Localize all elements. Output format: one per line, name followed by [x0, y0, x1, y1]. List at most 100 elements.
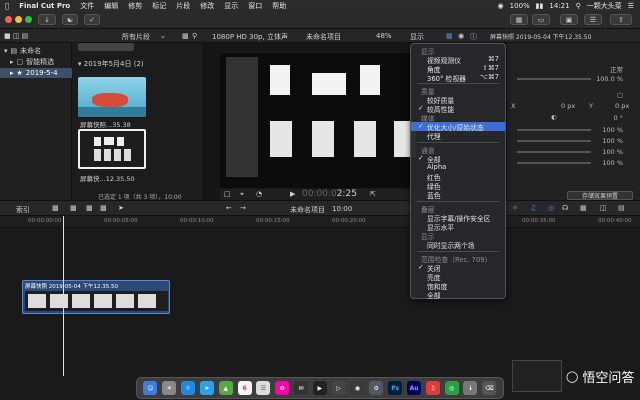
rotation-dial-icon[interactable]: ◐ [551, 113, 557, 121]
menu-item-channel-blue[interactable]: 蓝色 [411, 190, 505, 200]
wifi-icon[interactable]: ◉ [498, 2, 504, 10]
menu-item-optimized-original[interactable]: ✓ 优化大小/原始状态 [411, 122, 505, 132]
search-icon[interactable]: ⚲ [576, 2, 581, 10]
solo-icon[interactable]: ◎ [548, 204, 554, 212]
layout-button-2[interactable]: ▭ [532, 14, 550, 25]
menu-view[interactable]: 显示 [219, 1, 243, 11]
menu-item-horizon[interactable]: 显示水平 [411, 222, 505, 232]
scale-y-slider[interactable] [517, 151, 591, 153]
effects-icon[interactable]: ◫ [600, 204, 607, 212]
speed-icon[interactable]: ◔ [256, 190, 262, 198]
timecode-display[interactable]: 00:00:02:25 [302, 189, 357, 199]
checkbox-row[interactable]: ▢ [507, 90, 640, 100]
menu-item-title-safe[interactable]: 显示字幕/操作安全区 [411, 213, 505, 223]
menu-edit[interactable]: 编辑 [99, 1, 123, 11]
clip-filter-dropdown[interactable]: 所有片段 [122, 32, 150, 42]
layout-button-1[interactable]: ▦ [510, 14, 528, 25]
menu-item-range-luma[interactable]: 亮度 [411, 272, 505, 282]
menu-mark[interactable]: 标记 [147, 1, 171, 11]
netease-music-icon[interactable]: ♫ [425, 381, 440, 395]
workspace-button[interactable]: ▣ [560, 14, 578, 25]
menu-item-range-off[interactable]: ✓ 关闭 [411, 263, 505, 273]
scale-slider[interactable] [517, 129, 591, 131]
wechat-icon[interactable]: ◎ [444, 381, 459, 395]
photos-icon[interactable]: ✿ [275, 381, 290, 395]
x-value[interactable]: 0 px [561, 102, 575, 110]
filmstrip-icon[interactable]: ▩ [182, 32, 189, 40]
reminders-icon[interactable]: ☰ [256, 381, 271, 395]
inspector-toggle-icon[interactable]: ▦ [446, 32, 453, 40]
background-tasks-button[interactable]: ✓ [84, 14, 100, 25]
position-row[interactable]: X 0 px Y 0 px [507, 101, 640, 111]
sidebar-item-library[interactable]: ▾ ▤ 未命名 [0, 46, 72, 56]
telegram-icon[interactable]: ➤ [199, 381, 214, 395]
menu-trim[interactable]: 修剪 [123, 1, 147, 11]
menu-item-better-performance[interactable]: ✓ 较高性能 [411, 104, 505, 114]
anchor-slider[interactable] [517, 162, 591, 164]
final-cut-icon[interactable]: ▶ [312, 381, 327, 395]
messages-icon[interactable]: ✉ [294, 381, 309, 395]
scale-x-row[interactable]: 100 % [507, 136, 640, 146]
menu-file[interactable]: 文件 [75, 1, 99, 11]
menu-item-proxy[interactable]: 代理 [411, 131, 505, 141]
back-arrow-icon[interactable]: ← [226, 204, 232, 212]
menu-clip[interactable]: 片段 [171, 1, 195, 11]
menu-help[interactable]: 帮助 [267, 1, 291, 11]
motion-icon[interactable]: ◉ [350, 381, 365, 395]
menu-item-range-saturation[interactable]: 饱和度 [411, 281, 505, 291]
menu-item-both-fields[interactable]: 同时显示两个场 [411, 240, 505, 250]
user-name[interactable]: 一颗大头菜 [587, 1, 622, 11]
menu-item-video-scopes[interactable]: 视频观测仪 ⌘7 [411, 55, 505, 65]
search-icon-browser[interactable]: ⚲ [192, 32, 197, 40]
menu-item-channel-alpha[interactable]: Alpha [411, 163, 505, 172]
menu-modify[interactable]: 修改 [195, 1, 219, 11]
sidebar-item-event[interactable]: ▸ ★ 2019-5-4 [0, 68, 72, 78]
zoom-dropdown[interactable]: 48% [376, 32, 392, 40]
share-button[interactable]: ⇧ [610, 14, 632, 25]
calendar-icon[interactable]: 6 [237, 381, 252, 395]
scale-x-slider[interactable] [517, 140, 591, 142]
tune-button[interactable]: ☰ [584, 14, 602, 25]
minimize-window-button[interactable] [15, 16, 22, 23]
skimming-icon[interactable]: ⚛ [512, 204, 518, 212]
safari-icon[interactable]: ☼ [181, 381, 196, 395]
photoshop-icon[interactable]: Ps [388, 381, 403, 395]
scale-y-row[interactable]: 100 % [507, 147, 640, 157]
finder-icon[interactable]: ☺ [143, 381, 158, 395]
timeline-area[interactable]: 屏幕快照 2019-05-04 下午12.35.50 [0, 228, 640, 378]
playhead[interactable] [63, 216, 64, 376]
fullscreen-icon[interactable]: ⇱ [370, 190, 376, 198]
index-button[interactable]: 索引 [16, 205, 30, 215]
timeline-ruler[interactable]: 00:00:00:00 00:00:05:00 00:00:10:00 00:0… [0, 216, 640, 228]
append-clip-icon[interactable]: ▩ [52, 204, 59, 212]
tag-icon[interactable]: ◉ [458, 32, 464, 40]
timeline-clip[interactable]: 屏幕快照 2019-05-04 下午12.35.50 [22, 280, 170, 314]
headphones-icon[interactable]: ☊ [562, 204, 568, 212]
chevron-down-icon[interactable]: ⌄ [160, 32, 166, 40]
overwrite-clip-icon[interactable]: ▩ [100, 204, 107, 212]
menu-item-better-quality[interactable]: 较好质量 [411, 95, 505, 105]
checkbox-icon[interactable]: ▢ [617, 91, 623, 99]
anchor-row[interactable]: 100 % [507, 158, 640, 168]
import-button[interactable]: ↓ [38, 14, 56, 25]
opacity-slider[interactable] [517, 78, 591, 80]
menu-item-angles[interactable]: 角度 ⇧⌘7 [411, 64, 505, 74]
downloads-icon[interactable]: ↓ [463, 381, 478, 395]
transitions-icon[interactable]: ▤ [618, 204, 625, 212]
close-window-button[interactable] [5, 16, 12, 23]
clip-thumbnail-2[interactable] [78, 129, 146, 169]
menu-app[interactable]: Final Cut Pro [14, 2, 75, 10]
menu-item-range-all[interactable]: 全部 [411, 290, 505, 300]
blend-mode-row[interactable]: 正常 [507, 63, 640, 74]
menu-item-channel-all[interactable]: ✓ 全部 [411, 154, 505, 164]
menu-item-360-viewer[interactable]: 360° 检视器 ⌥⌘7 [411, 73, 505, 83]
select-tool-icon[interactable]: ➤ [118, 204, 124, 212]
apple-icon[interactable]:  [0, 2, 14, 10]
y-value[interactable]: 0 px [615, 102, 629, 110]
clock[interactable]: 14:21 [549, 2, 569, 10]
battery-icon[interactable]: ▮▮ [536, 2, 544, 10]
system-prefs-icon[interactable]: ⚙ [369, 381, 384, 395]
transform-icon[interactable]: □ [224, 190, 231, 198]
connect-clip-icon[interactable]: ▩ [86, 204, 93, 212]
sidebar-item-smart-collections[interactable]: ▸ ▢ 智能精选 [0, 57, 72, 67]
